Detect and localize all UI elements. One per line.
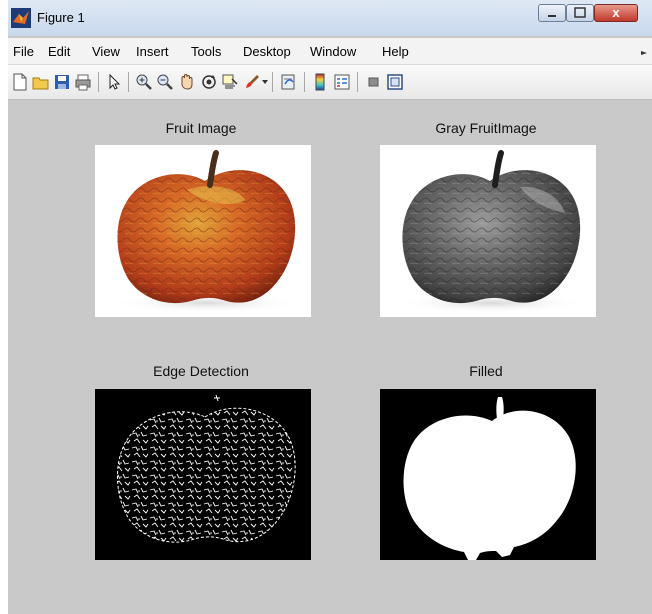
print-icon[interactable] [74, 73, 92, 91]
rotate-3d-icon[interactable] [200, 73, 218, 91]
toolbar-separator [357, 72, 358, 92]
window-title: Figure 1 [37, 10, 85, 25]
menu-tools[interactable]: Tools [191, 44, 221, 59]
close-button[interactable]: x [594, 4, 638, 22]
save-icon[interactable] [53, 73, 71, 91]
title-bar: Figure 1 x [8, 0, 652, 36]
brush-dropdown-icon[interactable] [262, 80, 268, 85]
menu-insert[interactable]: Insert [136, 44, 169, 59]
gray-fruit-image-axes [380, 145, 596, 317]
menu-window[interactable]: Window [310, 44, 356, 59]
axes-title-filled: Filled [469, 363, 503, 379]
data-cursor-icon[interactable] [221, 73, 239, 91]
axes-title-gray-fruit-image: Gray FruitImage [435, 120, 537, 136]
matlab-logo-icon [11, 8, 31, 28]
menu-help[interactable]: Help [382, 44, 409, 59]
toolbar-separator [128, 72, 129, 92]
axes-title-fruit-image: Fruit Image [165, 120, 237, 136]
zoom-in-icon[interactable] [135, 73, 153, 91]
menu-desktop[interactable]: Desktop [243, 44, 291, 59]
toolbar-separator [98, 72, 99, 92]
figure-toolbar [8, 65, 652, 100]
legend-icon[interactable] [333, 73, 351, 91]
menu-file[interactable]: File [13, 44, 34, 59]
show-plot-tools-icon[interactable] [386, 73, 404, 91]
zoom-out-icon[interactable] [156, 73, 174, 91]
toolbar-separator [272, 72, 273, 92]
menu-view[interactable]: View [92, 44, 120, 59]
maximize-icon [574, 7, 586, 18]
select-arrow-icon[interactable] [105, 73, 123, 91]
figure-window: Figure 1 x File Edit View Insert Tools D… [8, 0, 652, 614]
dock-arrow-icon[interactable] [640, 49, 648, 57]
menu-edit[interactable]: Edit [48, 44, 70, 59]
filled-axes [380, 389, 596, 560]
pan-hand-icon[interactable] [178, 73, 196, 91]
brush-icon[interactable] [243, 73, 261, 91]
menu-bar: File Edit View Insert Tools Desktop Wind… [8, 38, 652, 65]
colorbar-icon[interactable] [311, 73, 329, 91]
axes-title-edge-detection: Edge Detection [153, 363, 249, 379]
close-icon: x [612, 5, 620, 20]
new-figure-icon[interactable] [11, 73, 29, 91]
hide-plot-tools-icon[interactable] [365, 73, 383, 91]
link-plot-icon[interactable] [280, 73, 298, 91]
toolbar-separator [304, 72, 305, 92]
maximize-button[interactable] [566, 4, 594, 22]
fruit-image-axes [95, 145, 311, 317]
minimize-button[interactable] [538, 4, 566, 22]
edge-detection-axes [95, 389, 311, 560]
open-file-icon[interactable] [32, 73, 50, 91]
minimize-icon [548, 15, 556, 17]
